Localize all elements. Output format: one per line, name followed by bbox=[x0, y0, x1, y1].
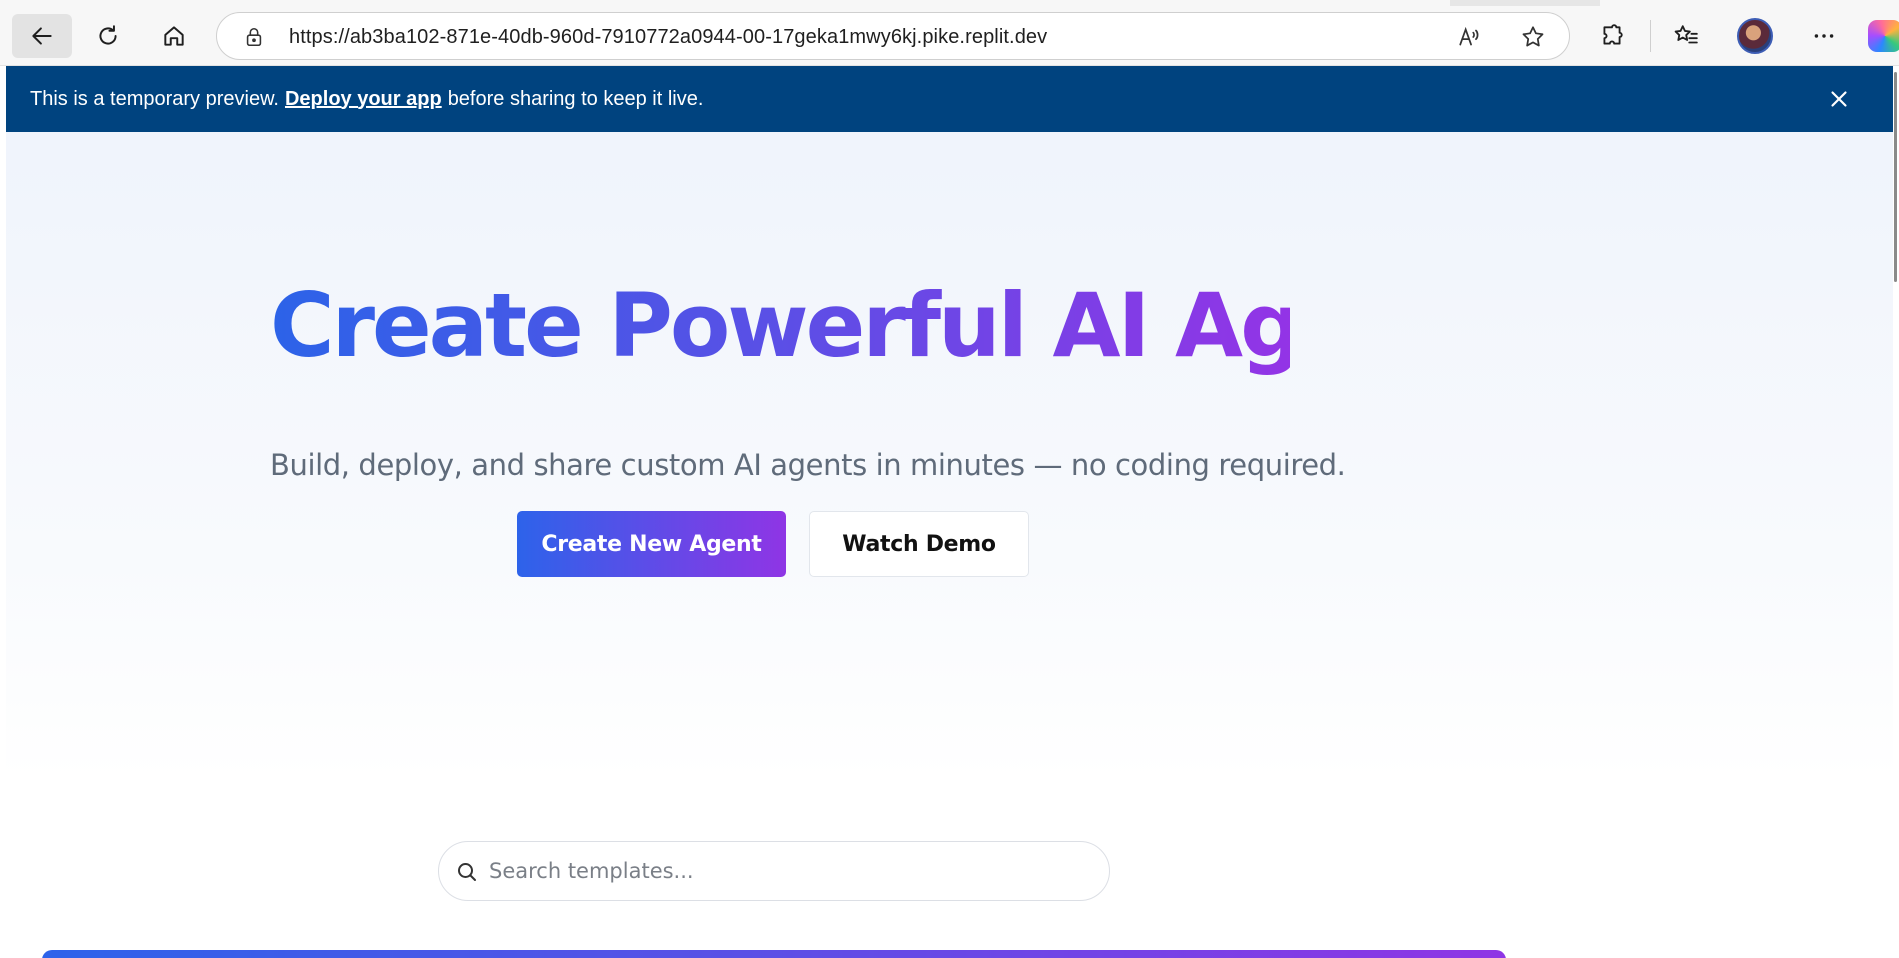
more-button[interactable] bbox=[1794, 14, 1854, 58]
toolbar-divider bbox=[1650, 20, 1651, 52]
address-bar[interactable]: https://ab3ba102-871e-40db-960d-7910772a… bbox=[216, 12, 1570, 60]
active-tab-edge[interactable] bbox=[0, 0, 1450, 6]
search-icon bbox=[458, 863, 476, 881]
favorite-star-icon[interactable] bbox=[1520, 24, 1546, 50]
deploy-link[interactable]: Deploy your app bbox=[285, 88, 442, 111]
preview-banner: This is a temporary preview. Deploy your… bbox=[6, 66, 1893, 132]
extensions-icon bbox=[1603, 24, 1623, 45]
close-icon[interactable] bbox=[1826, 86, 1852, 112]
search-placeholder: Search templates... bbox=[489, 859, 694, 883]
url-text[interactable]: https://ab3ba102-871e-40db-960d-7910772a… bbox=[289, 26, 1047, 49]
refresh-icon bbox=[99, 25, 117, 45]
extensions-button[interactable] bbox=[1582, 14, 1642, 58]
banner-text-before: This is a temporary preview. bbox=[30, 87, 279, 110]
lock-icon[interactable] bbox=[243, 26, 265, 48]
refresh-button[interactable] bbox=[78, 14, 138, 58]
watch-demo-button[interactable]: Watch Demo bbox=[809, 511, 1029, 577]
tab-strip bbox=[0, 0, 1899, 6]
page-viewport: This is a temporary preview. Deploy your… bbox=[6, 66, 1893, 958]
create-new-agent-button[interactable]: Create New Agent bbox=[517, 511, 786, 577]
hero-title: Create Powerful AI Agents bbox=[270, 266, 1508, 386]
back-arrow-icon bbox=[32, 27, 52, 45]
template-card-top-edge bbox=[42, 950, 1506, 958]
home-button[interactable] bbox=[144, 14, 204, 58]
more-icon bbox=[1814, 34, 1834, 38]
profile-avatar[interactable] bbox=[1737, 18, 1773, 54]
search-templates-input[interactable]: Search templates... bbox=[438, 841, 1110, 901]
hero-subtitle: Build, deploy, and share custom AI agent… bbox=[270, 448, 1346, 482]
page-scrollbar[interactable] bbox=[1893, 66, 1899, 958]
back-button[interactable] bbox=[12, 14, 72, 58]
scrollbar-thumb[interactable] bbox=[1894, 72, 1897, 282]
banner-text-after: before sharing to keep it live. bbox=[447, 87, 704, 110]
home-icon bbox=[164, 26, 184, 46]
copilot-icon[interactable] bbox=[1868, 20, 1899, 52]
favorites-button[interactable] bbox=[1656, 14, 1716, 58]
tab-edge[interactable] bbox=[1600, 0, 1899, 6]
read-aloud-icon[interactable] bbox=[1457, 24, 1483, 50]
favorites-icon bbox=[1674, 25, 1698, 44]
browser-toolbar: https://ab3ba102-871e-40db-960d-7910772a… bbox=[0, 0, 1899, 66]
